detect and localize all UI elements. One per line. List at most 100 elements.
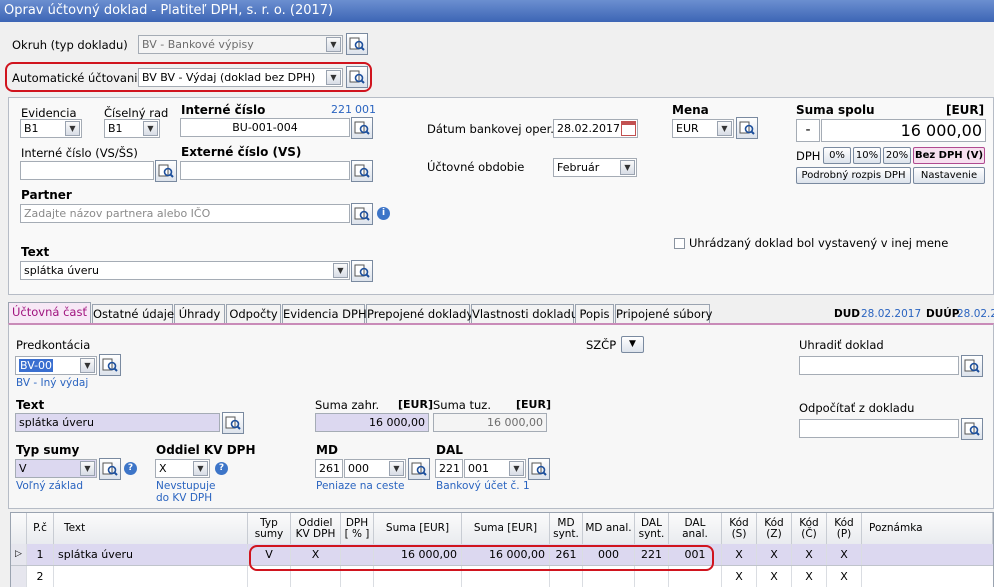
grid-header-kod-s[interactable]: Kód (S) (722, 513, 757, 544)
grid-header-md-anal[interactable]: MD anal. (583, 513, 635, 544)
bez-dph-button[interactable]: Bez DPH (V) (913, 147, 985, 164)
grid-header-kod-p[interactable]: Kód (P) (827, 513, 862, 544)
datum-input[interactable]: 28.02.2017 (553, 119, 638, 138)
interne-cislo-input[interactable]: BU-001-004 (180, 118, 350, 137)
grid-header-text[interactable]: Text (54, 513, 248, 544)
partner-input[interactable]: Zadajte názov partnera alebo IČO (20, 204, 350, 223)
chevron-down-icon[interactable]: ▼ (717, 121, 732, 136)
cell-kod-c[interactable]: X (792, 566, 827, 587)
chevron-down-icon[interactable]: ▼ (80, 358, 95, 373)
suma-spolu-input[interactable]: 16 000,00 (821, 119, 986, 142)
chevron-down-icon[interactable]: ▼ (193, 461, 208, 476)
interne-cislo-lookup-button[interactable] (351, 117, 373, 139)
grid-header-dph[interactable]: DPH[ % ] (341, 513, 374, 544)
okruh-lookup-button[interactable] (346, 33, 368, 55)
vs-input[interactable] (20, 161, 154, 180)
grid-header-kod-z[interactable]: Kód (Z) (757, 513, 792, 544)
tab-odpocty[interactable]: Odpočty (226, 304, 281, 323)
chevron-down-icon[interactable]: ▼ (620, 160, 635, 175)
okruh-select[interactable]: BV - Bankové výpisy ▼ (138, 35, 343, 54)
auto-select[interactable]: BV BV - Výdaj (doklad bez DPH) ▼ (138, 68, 343, 87)
grid-header-kod-c[interactable]: Kód (Č) (792, 513, 827, 544)
grid-header-oddiel[interactable]: Oddiel KV DPH (291, 513, 341, 544)
odpocitat-lookup-button[interactable] (961, 418, 983, 440)
help-icon[interactable]: ? (124, 462, 137, 475)
info-icon[interactable]: i (377, 207, 390, 220)
cell-kod-p[interactable]: X (827, 566, 862, 587)
partner-lookup-button[interactable] (351, 203, 373, 225)
chevron-down-icon[interactable]: ▼ (333, 263, 348, 278)
grid-header-suma-1[interactable]: Suma [EUR] (374, 513, 462, 544)
cell-kod-s[interactable]: X (722, 544, 757, 565)
cell-kod-c[interactable]: X (792, 544, 827, 565)
cell-kod-s[interactable]: X (722, 566, 757, 587)
dal-lookup-button[interactable] (528, 458, 550, 480)
tab-uctovna-cast[interactable]: Účtovná časť (8, 302, 91, 323)
tab-evidencia-dph[interactable]: Evidencia DPH (282, 304, 367, 323)
uhradit-lookup-button[interactable] (961, 355, 983, 377)
dph-20-button[interactable]: 20% (883, 147, 911, 164)
tab-prepojene-doklady[interactable]: Prepojené doklady (366, 304, 473, 323)
chevron-down-icon[interactable]: ▼ (509, 461, 524, 476)
tab-ostatne-udaje[interactable]: Ostatné údaje (92, 304, 174, 323)
ciselny-rad-select[interactable]: B1 ▼ (104, 119, 160, 138)
dal-anal-select[interactable]: 001 ▼ (464, 459, 526, 478)
tab-uhrady[interactable]: Úhrady (174, 304, 225, 323)
vs-lookup-button[interactable] (155, 160, 177, 182)
grid-header-dal-anal[interactable]: DAL anal. (669, 513, 722, 544)
grid-header-md-synt[interactable]: MD synt. (550, 513, 583, 544)
cell-text[interactable]: splátka úveru (54, 544, 248, 565)
typ-sumy-lookup-button[interactable] (99, 458, 121, 480)
nastavenie-button[interactable]: Nastavenie (913, 167, 985, 184)
text-lookup-button[interactable] (351, 260, 373, 282)
uhradzany-checkbox[interactable] (674, 238, 685, 249)
text-select[interactable]: splátka úveru ▼ (20, 261, 350, 280)
chevron-down-icon[interactable]: ▼ (389, 461, 404, 476)
oddiel-select[interactable]: X ▼ (155, 459, 210, 478)
suma-zahr-input[interactable]: 16 000,00 (315, 413, 429, 432)
grid-header-dal-synt[interactable]: DAL synt. (635, 513, 669, 544)
grid-header-poznamka[interactable]: Poznámka (862, 513, 993, 544)
grid-header-suma-2[interactable]: Suma [EUR] (462, 513, 550, 544)
chevron-down-icon[interactable]: ▼ (143, 121, 158, 136)
szcp-dropdown[interactable]: ▼ (621, 336, 644, 353)
chevron-down-icon[interactable]: ▼ (326, 70, 341, 85)
chevron-down-icon[interactable]: ▼ (326, 37, 341, 52)
uhradit-input[interactable] (799, 356, 959, 375)
suma-tuz-input[interactable]: 16 000,00 (433, 413, 547, 432)
help-icon[interactable]: ? (215, 462, 228, 475)
predkontacia-lookup-button[interactable] (99, 354, 121, 376)
md-synt-input[interactable]: 261 (315, 459, 343, 478)
ucto-text-lookup-button[interactable] (222, 412, 244, 434)
tab-pripojene-subory[interactable]: Pripojené súbory (615, 304, 712, 323)
predkontacia-select[interactable]: BV-00 ▼ (15, 356, 97, 375)
grid-header-pc[interactable]: P.č (27, 513, 54, 544)
grid-header-typ[interactable]: Typ sumy (248, 513, 291, 544)
mena-lookup-button[interactable] (736, 117, 758, 139)
dal-synt-input[interactable]: 221 (435, 459, 463, 478)
cell-kod-p[interactable]: X (827, 544, 862, 565)
tab-vlastnosti-dokladu[interactable]: Vlastnosti dokladu (471, 304, 578, 323)
typ-sumy-select[interactable]: V ▼ (15, 459, 97, 478)
obdobie-select[interactable]: Február ▼ (553, 158, 637, 177)
md-anal-select[interactable]: 000 ▼ (344, 459, 406, 478)
dph-0-button[interactable]: 0% (823, 147, 851, 164)
externe-input[interactable] (180, 161, 350, 180)
externe-lookup-button[interactable] (351, 160, 373, 182)
mena-select[interactable]: EUR ▼ (672, 119, 734, 138)
tab-popis[interactable]: Popis (575, 304, 614, 323)
cell-kod-z[interactable]: X (757, 544, 792, 565)
auto-lookup-button[interactable] (346, 66, 368, 88)
calendar-icon[interactable] (621, 121, 636, 136)
dph-10-button[interactable]: 10% (853, 147, 881, 164)
md-lookup-button[interactable] (408, 458, 430, 480)
cell-kod-z[interactable]: X (757, 566, 792, 587)
chevron-down-icon[interactable]: ▼ (65, 121, 80, 136)
cell-text[interactable] (54, 566, 248, 587)
odpocitat-input[interactable] (799, 419, 959, 438)
podrobny-rozpis-button[interactable]: Podrobný rozpis DPH (796, 167, 911, 184)
evidencia-select[interactable]: B1 ▼ (20, 119, 82, 138)
chevron-down-icon[interactable]: ▼ (80, 461, 95, 476)
ucto-text-input[interactable]: splátka úveru (15, 413, 220, 432)
suma-sign[interactable]: - (796, 119, 820, 142)
